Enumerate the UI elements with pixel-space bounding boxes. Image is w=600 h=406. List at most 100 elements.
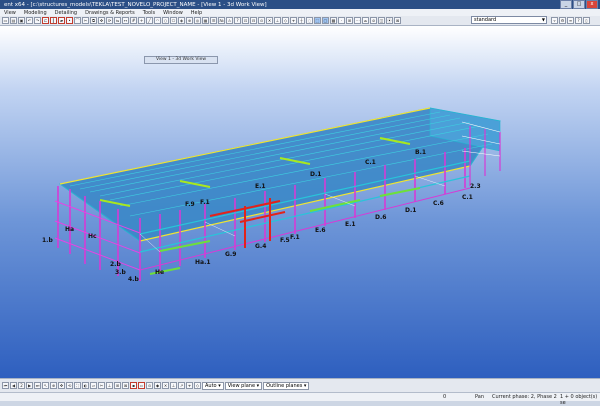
grid-icon[interactable]: # <box>130 17 137 24</box>
drawing-icon[interactable]: ▦ <box>202 17 209 24</box>
snap-nearest-point-icon[interactable]: ◇ <box>194 382 201 389</box>
circle-icon[interactable]: ○ <box>162 17 169 24</box>
open-icon[interactable]: ▤ <box>10 17 17 24</box>
snap-intersection-icon[interactable]: ✕ <box>266 17 273 24</box>
snap-mode-select[interactable]: Auto ▾ <box>202 381 224 390</box>
lock-icon[interactable]: ⊠ <box>122 382 129 389</box>
bolt-icon[interactable]: • <box>66 17 73 24</box>
snap-free-icon[interactable]: ◌ <box>306 17 313 24</box>
menu-detailing[interactable]: Detailing <box>55 10 77 16</box>
snap-line-icon[interactable]: ┼ <box>298 17 305 24</box>
point-icon[interactable]: + <box>138 17 145 24</box>
first-page-icon[interactable]: ⏮ <box>2 382 9 389</box>
menu-window[interactable]: Window <box>163 10 183 16</box>
plate-icon[interactable]: ▰ <box>58 17 65 24</box>
snap-midpoint-icon[interactable]: ◆ <box>154 382 161 389</box>
arc-icon[interactable]: ◠ <box>154 17 161 24</box>
component-icon[interactable]: ◈ <box>178 17 185 24</box>
grid-label: 1.b <box>42 237 53 244</box>
report-icon[interactable]: ☰ <box>210 17 217 24</box>
snap-point-icon[interactable]: ▪ <box>130 382 137 389</box>
plane-select[interactable]: View plane ▾ <box>224 381 263 390</box>
render-icon[interactable]: ◐ <box>82 382 89 389</box>
snap-perpendicular-icon[interactable]: ⊥ <box>274 17 281 24</box>
select-gridline-icon[interactable]: ⋯ <box>354 17 361 24</box>
minimize-button[interactable]: _ <box>560 0 572 9</box>
select-weld-icon[interactable]: ⌓ <box>362 17 369 24</box>
redo-icon[interactable]: ↷ <box>34 17 41 24</box>
zoom-icon[interactable]: ⊕ <box>50 382 57 389</box>
select-assembly-icon[interactable]: ⊠ <box>394 17 401 24</box>
outline-select[interactable]: Outline planes ▾ <box>263 381 310 390</box>
snap-grid-icon[interactable]: ⊞ <box>114 382 121 389</box>
numbering-icon[interactable]: № <box>218 17 225 24</box>
menu-drawings-reports[interactable]: Drawings & Reports <box>85 10 135 16</box>
weld-icon[interactable]: ⌒ <box>74 17 81 24</box>
clash-icon[interactable]: ⚠ <box>226 17 233 24</box>
last-page-icon[interactable]: ⏭ <box>34 382 41 389</box>
select-bolt-icon[interactable]: ⦿ <box>386 17 393 24</box>
snap-center-icon[interactable]: ⊙ <box>258 17 265 24</box>
snap-center-point-icon[interactable]: ⊙ <box>146 382 153 389</box>
select-tool-icon[interactable]: ↖ <box>42 382 49 389</box>
grid-label: D.1 <box>405 207 416 214</box>
filter-icon[interactable]: ▿ <box>551 17 558 24</box>
menu-tools[interactable]: Tools <box>143 10 155 16</box>
snap-any-point-icon[interactable]: ⌖ <box>186 382 193 389</box>
settings-icon[interactable]: ⚙ <box>559 17 566 24</box>
column-icon[interactable]: ║ <box>50 17 57 24</box>
snap-nearest-icon[interactable]: ◇ <box>282 17 289 24</box>
snap-any-icon[interactable]: ⌖ <box>290 17 297 24</box>
dock-icon[interactable]: ▯ <box>583 17 590 24</box>
select-all-icon[interactable]: ⬚ <box>314 17 321 24</box>
move-icon[interactable]: ✥ <box>98 17 105 24</box>
next-page-icon[interactable]: ▶ <box>26 382 33 389</box>
pan-icon[interactable]: ✥ <box>58 382 65 389</box>
undo-icon[interactable]: ↶ <box>26 17 33 24</box>
fit-icon[interactable]: ⛶ <box>74 382 81 389</box>
ortho-icon[interactable]: ⊥ <box>106 382 113 389</box>
select-grid-icon[interactable]: ⊞ <box>346 17 353 24</box>
snap-end-icon[interactable]: ⊡ <box>242 17 249 24</box>
select-point-icon[interactable]: · <box>338 17 345 24</box>
maximize-button[interactable]: □ <box>573 0 585 9</box>
beam-icon[interactable]: ⊏ <box>42 17 49 24</box>
snap-end-point-icon[interactable]: ▫ <box>138 382 145 389</box>
polygon-icon[interactable]: ⬠ <box>170 17 177 24</box>
model-viewport[interactable]: 1.b 2.b 3.b 4.b Ha Hc He Ha.1 G.9 G.4 F.… <box>0 26 600 378</box>
measure-icon[interactable]: ↔ <box>122 17 129 24</box>
snap-perp-icon[interactable]: ⊥ <box>170 382 177 389</box>
grid-label: F.9 <box>185 201 195 208</box>
rotate-icon[interactable]: ⟳ <box>106 17 113 24</box>
detail-icon[interactable]: ◎ <box>194 17 201 24</box>
select-view-icon[interactable]: ◫ <box>378 17 385 24</box>
snap-ext-icon[interactable]: ↗ <box>178 382 185 389</box>
page-number: 2 <box>18 382 25 389</box>
rotate-view-icon[interactable]: ⟲ <box>66 382 73 389</box>
prev-page-icon[interactable]: ◀ <box>10 382 17 389</box>
wireframe-icon[interactable]: ▱ <box>90 382 97 389</box>
view-tab[interactable]: View 1 - 3d Work View <box>144 56 218 64</box>
cut-icon[interactable]: ✂ <box>82 17 89 24</box>
properties-icon[interactable]: ≡ <box>567 17 574 24</box>
save-icon[interactable]: ▣ <box>18 17 25 24</box>
menu-modeling[interactable]: Modeling <box>24 10 47 16</box>
help-icon[interactable]: ? <box>575 17 582 24</box>
new-icon[interactable]: ▭ <box>2 17 9 24</box>
clip-icon[interactable]: ✂ <box>98 382 105 389</box>
snap-intersect-icon[interactable]: ✕ <box>162 382 169 389</box>
snap-mid-icon[interactable]: ⊟ <box>250 17 257 24</box>
inquire-icon[interactable]: ? <box>234 17 241 24</box>
menu-help[interactable]: Help <box>191 10 202 16</box>
line-icon[interactable]: ╱ <box>146 17 153 24</box>
view-combo[interactable]: standard ▼ <box>471 16 547 24</box>
grid-label: F.5 <box>280 237 290 244</box>
mirror-icon[interactable]: ⇋ <box>114 17 121 24</box>
close-button[interactable]: x <box>586 0 598 9</box>
select-cut-icon[interactable]: ⊘ <box>370 17 377 24</box>
select-surface-icon[interactable]: ▩ <box>330 17 337 24</box>
select-parts-icon[interactable]: ▢ <box>322 17 329 24</box>
copy-icon[interactable]: ⧉ <box>90 17 97 24</box>
connection-icon[interactable]: ⊕ <box>186 17 193 24</box>
menu-view[interactable]: View <box>4 10 16 16</box>
